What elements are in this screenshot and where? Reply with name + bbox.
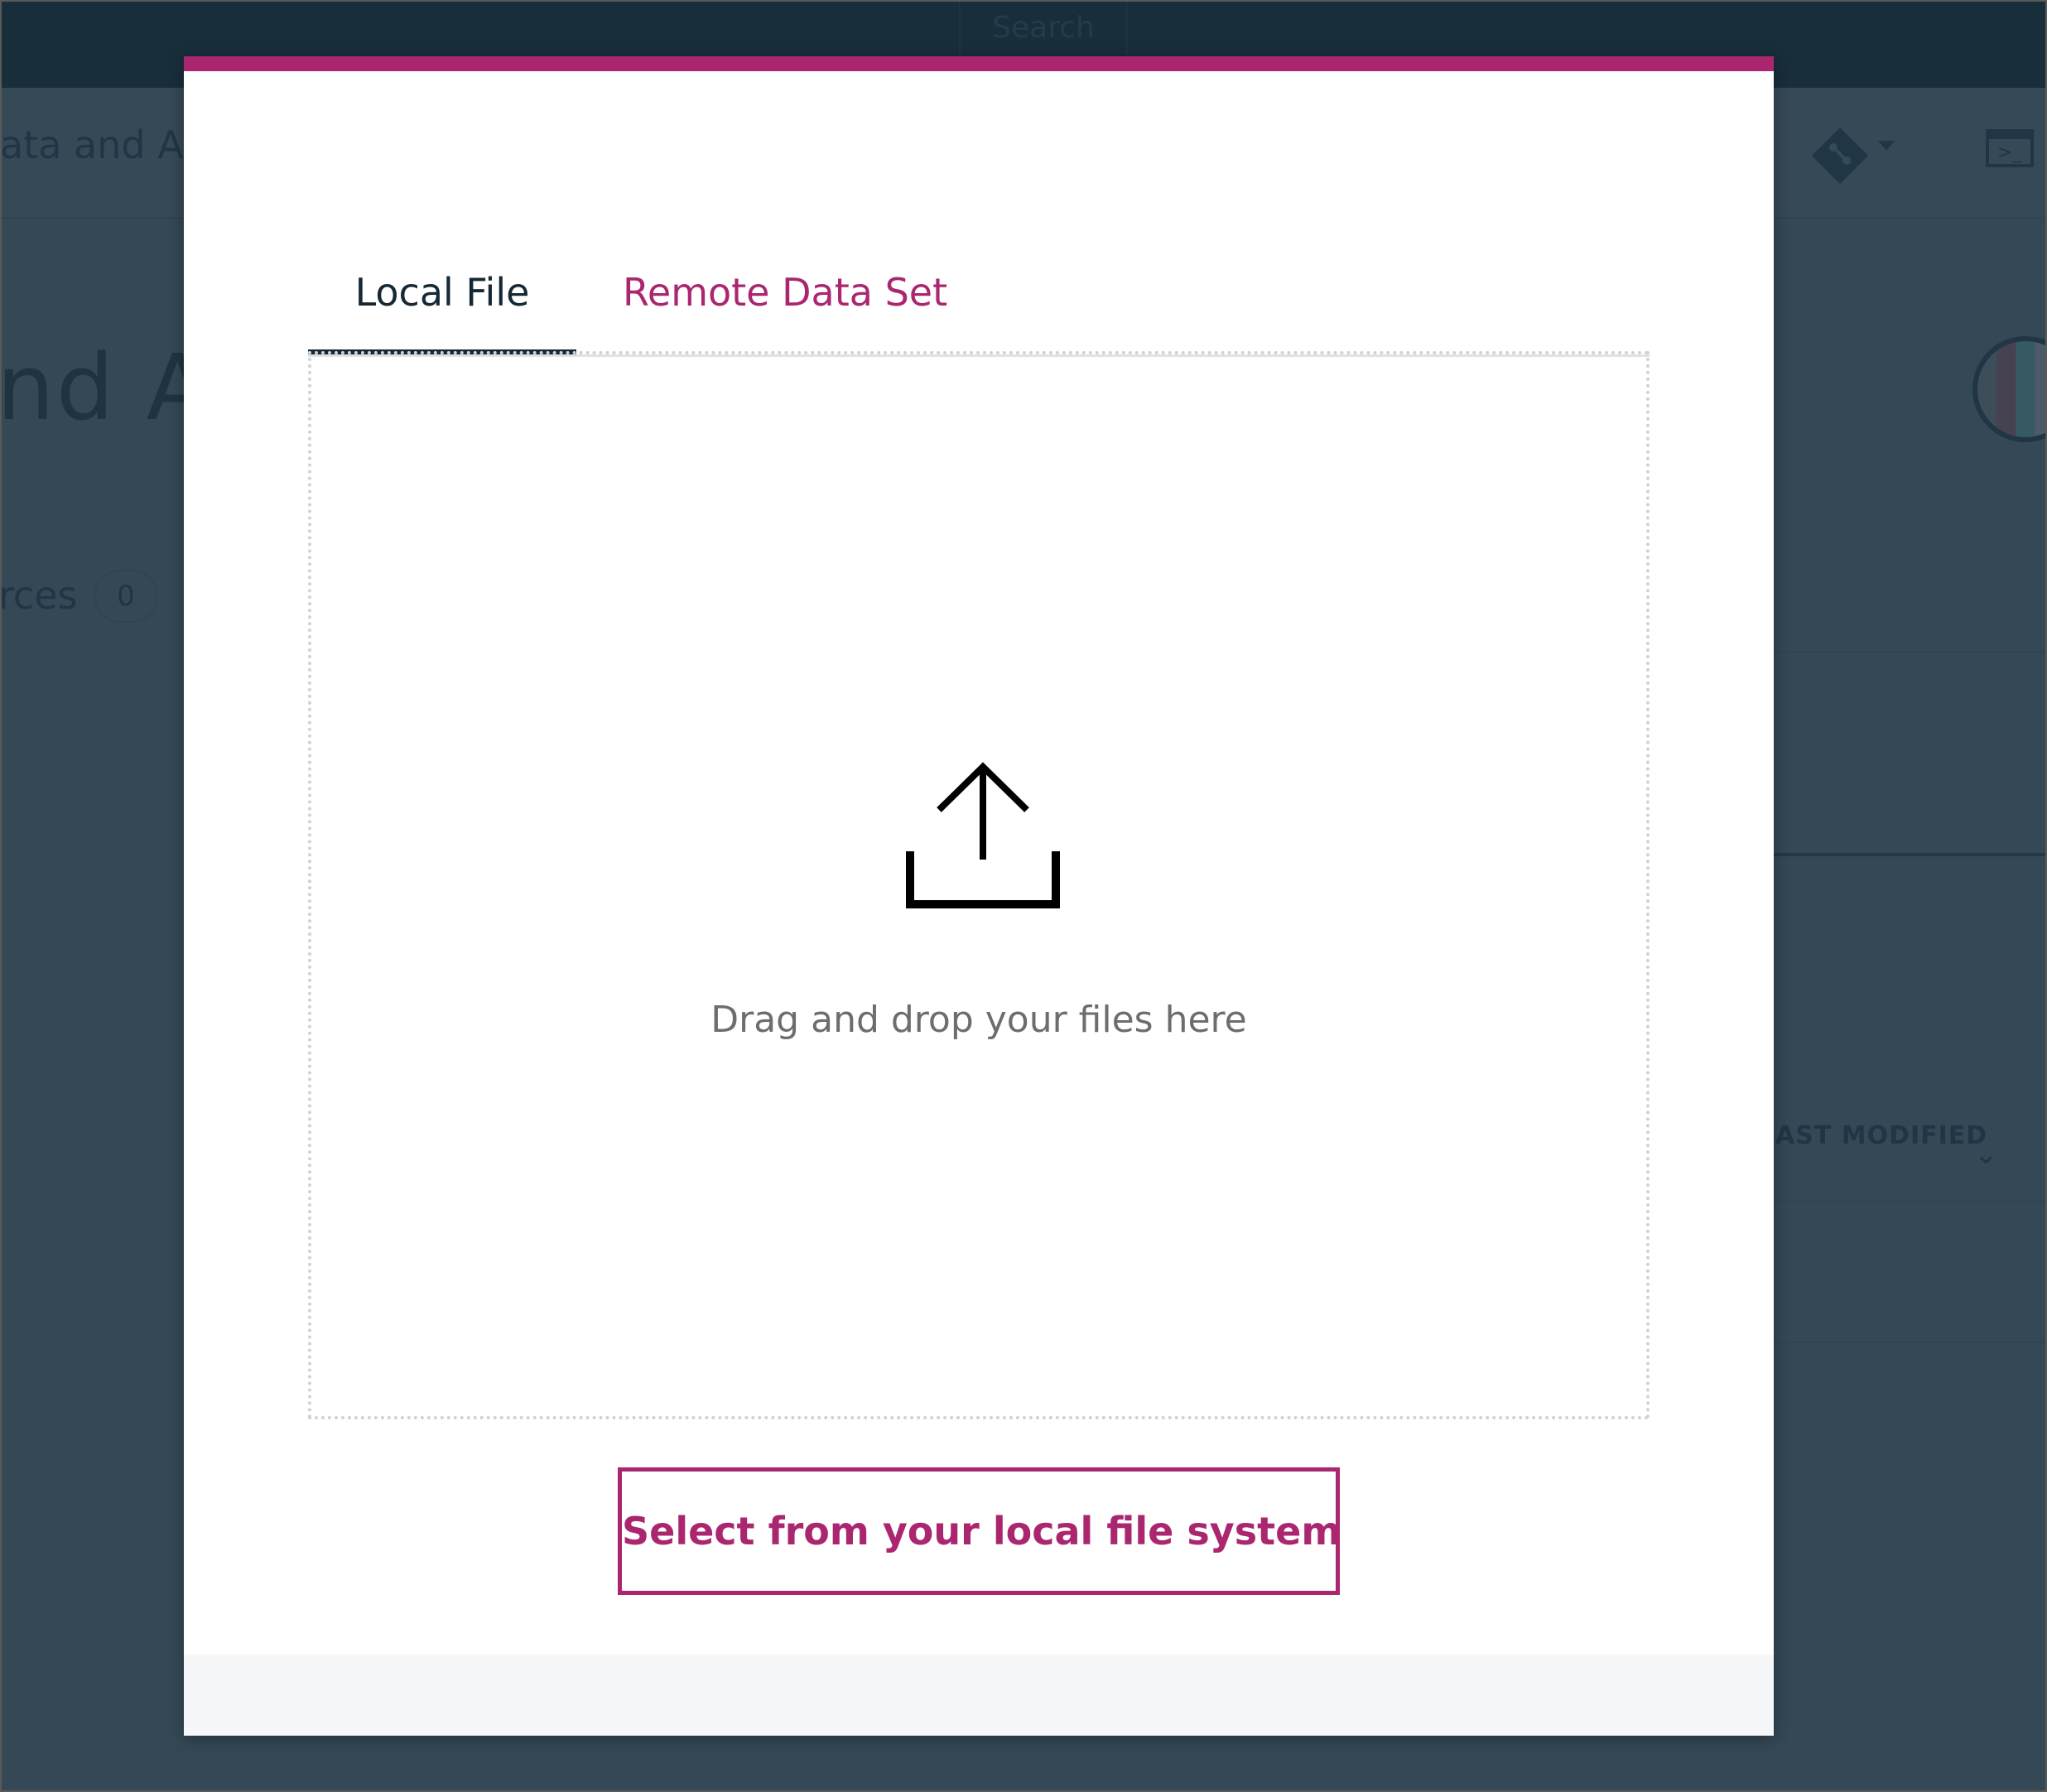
select-files-button[interactable]: Select from your local file system: [618, 1467, 1341, 1595]
dropzone-instructions: Drag and drop your files here: [710, 999, 1247, 1041]
modal-accent-bar: [184, 56, 1774, 71]
upload-icon: [906, 762, 1060, 911]
upload-modal: Local File Remote Data Set Drag and drop…: [184, 56, 1774, 1736]
tab-local-file[interactable]: Local File: [308, 270, 576, 354]
app-frame: Search ata and AI >_ nd AI rces 0 AST MO…: [0, 0, 2047, 1792]
modal-footer: [184, 1655, 1774, 1736]
tab-remote-data-set[interactable]: Remote Data Set: [623, 270, 947, 315]
file-dropzone[interactable]: Drag and drop your files here: [308, 351, 1650, 1419]
tab-list: Local File Remote Data Set: [308, 222, 1650, 357]
